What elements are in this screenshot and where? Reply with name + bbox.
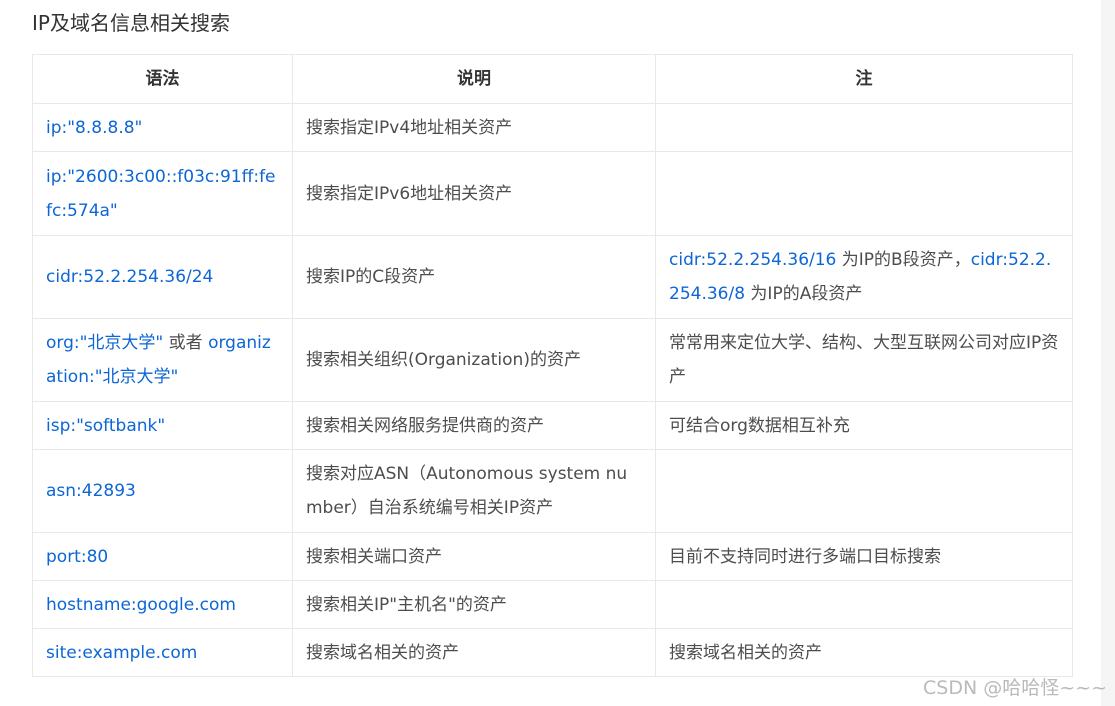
description-cell: 搜索相关组织(Organization)的资产 [292, 318, 656, 402]
syntax-cell: hostname:google.com [32, 580, 293, 629]
syntax-link[interactable]: asn:42893 [46, 481, 136, 501]
syntax-cell: cidr:52.2.254.36/24 [32, 235, 293, 319]
note-cell: 可结合org数据相互补充 [655, 401, 1073, 450]
note-cell: 常常用来定位大学、结构、大型互联网公司对应IP资产 [655, 318, 1073, 402]
description-cell: 搜索IP的C段资产 [292, 235, 656, 319]
scrollbar-track[interactable] [1101, 0, 1115, 706]
syntax-link[interactable]: org:"北京大学" [46, 333, 163, 353]
syntax-cell: org:"北京大学" 或者 organization:"北京大学" [32, 318, 293, 402]
syntax-link[interactable]: site:example.com [46, 643, 197, 663]
note-cell: 目前不支持同时进行多端口目标搜索 [655, 532, 1073, 581]
syntax-link[interactable]: ip:"8.8.8.8" [46, 118, 142, 138]
table-row: cidr:52.2.254.36/24 搜索IP的C段资产 cidr:52.2.… [32, 235, 1073, 319]
table-row: ip:"8.8.8.8" 搜索指定IPv4地址相关资产 [32, 103, 1073, 152]
note-cell [655, 151, 1073, 236]
table-row: asn:42893 搜索对应ASN（Autonomous system numb… [32, 449, 1073, 533]
note-cell: cidr:52.2.254.36/16 为IP的B段资产，cidr:52.2.2… [655, 235, 1073, 319]
description-cell: 搜索指定IPv6地址相关资产 [292, 151, 656, 236]
table-row: port:80 搜索相关端口资产 目前不支持同时进行多端口目标搜索 [32, 532, 1073, 581]
note-cell: 搜索域名相关的资产 [655, 628, 1073, 677]
description-cell: 搜索域名相关的资产 [292, 628, 656, 677]
syntax-link[interactable]: ip:"2600:3c00::f03c:91ff:fefc:574a" [46, 167, 276, 221]
table-header-row: 语法 说明 注 [32, 54, 1073, 104]
syntax-cell: port:80 [32, 532, 293, 581]
syntax-table: 语法 说明 注 ip:"8.8.8.8" 搜索指定IPv4地址相关资产 ip:"… [32, 54, 1073, 677]
syntax-cell: site:example.com [32, 628, 293, 677]
syntax-cell: isp:"softbank" [32, 401, 293, 450]
header-note: 注 [655, 54, 1073, 104]
note-cell [655, 449, 1073, 533]
description-cell: 搜索相关IP"主机名"的资产 [292, 580, 656, 629]
note-link[interactable]: cidr:52.2.254.36/16 [669, 250, 836, 270]
header-description: 说明 [292, 54, 656, 104]
table-row: isp:"softbank" 搜索相关网络服务提供商的资产 可结合org数据相互… [32, 401, 1073, 450]
table-row: hostname:google.com 搜索相关IP"主机名"的资产 [32, 580, 1073, 629]
description-cell: 搜索对应ASN（Autonomous system number）自治系统编号相… [292, 449, 656, 533]
table-row: site:example.com 搜索域名相关的资产 搜索域名相关的资产 [32, 628, 1073, 677]
note-text: 为IP的B段资产， [836, 250, 971, 270]
syntax-link[interactable]: port:80 [46, 547, 108, 567]
description-cell: 搜索相关网络服务提供商的资产 [292, 401, 656, 450]
syntax-link[interactable]: isp:"softbank" [46, 416, 165, 436]
description-cell: 搜索相关端口资产 [292, 532, 656, 581]
syntax-connector-text: 或者 [163, 333, 209, 353]
section-heading: IP及域名信息相关搜索 [32, 11, 230, 35]
note-cell [655, 580, 1073, 629]
note-cell [655, 103, 1073, 152]
syntax-link[interactable]: hostname:google.com [46, 595, 236, 615]
table-row: ip:"2600:3c00::f03c:91ff:fefc:574a" 搜索指定… [32, 151, 1073, 236]
description-cell: 搜索指定IPv4地址相关资产 [292, 103, 656, 152]
syntax-cell: asn:42893 [32, 449, 293, 533]
syntax-link[interactable]: cidr:52.2.254.36/24 [46, 267, 213, 287]
table-row: org:"北京大学" 或者 organization:"北京大学" 搜索相关组织… [32, 318, 1073, 402]
header-syntax: 语法 [32, 54, 293, 104]
note-text: 为IP的A段资产 [745, 284, 863, 304]
csdn-watermark: CSDN @哈哈怪~~~ [923, 677, 1107, 699]
syntax-cell: ip:"2600:3c00::f03c:91ff:fefc:574a" [32, 151, 293, 236]
syntax-cell: ip:"8.8.8.8" [32, 103, 293, 152]
